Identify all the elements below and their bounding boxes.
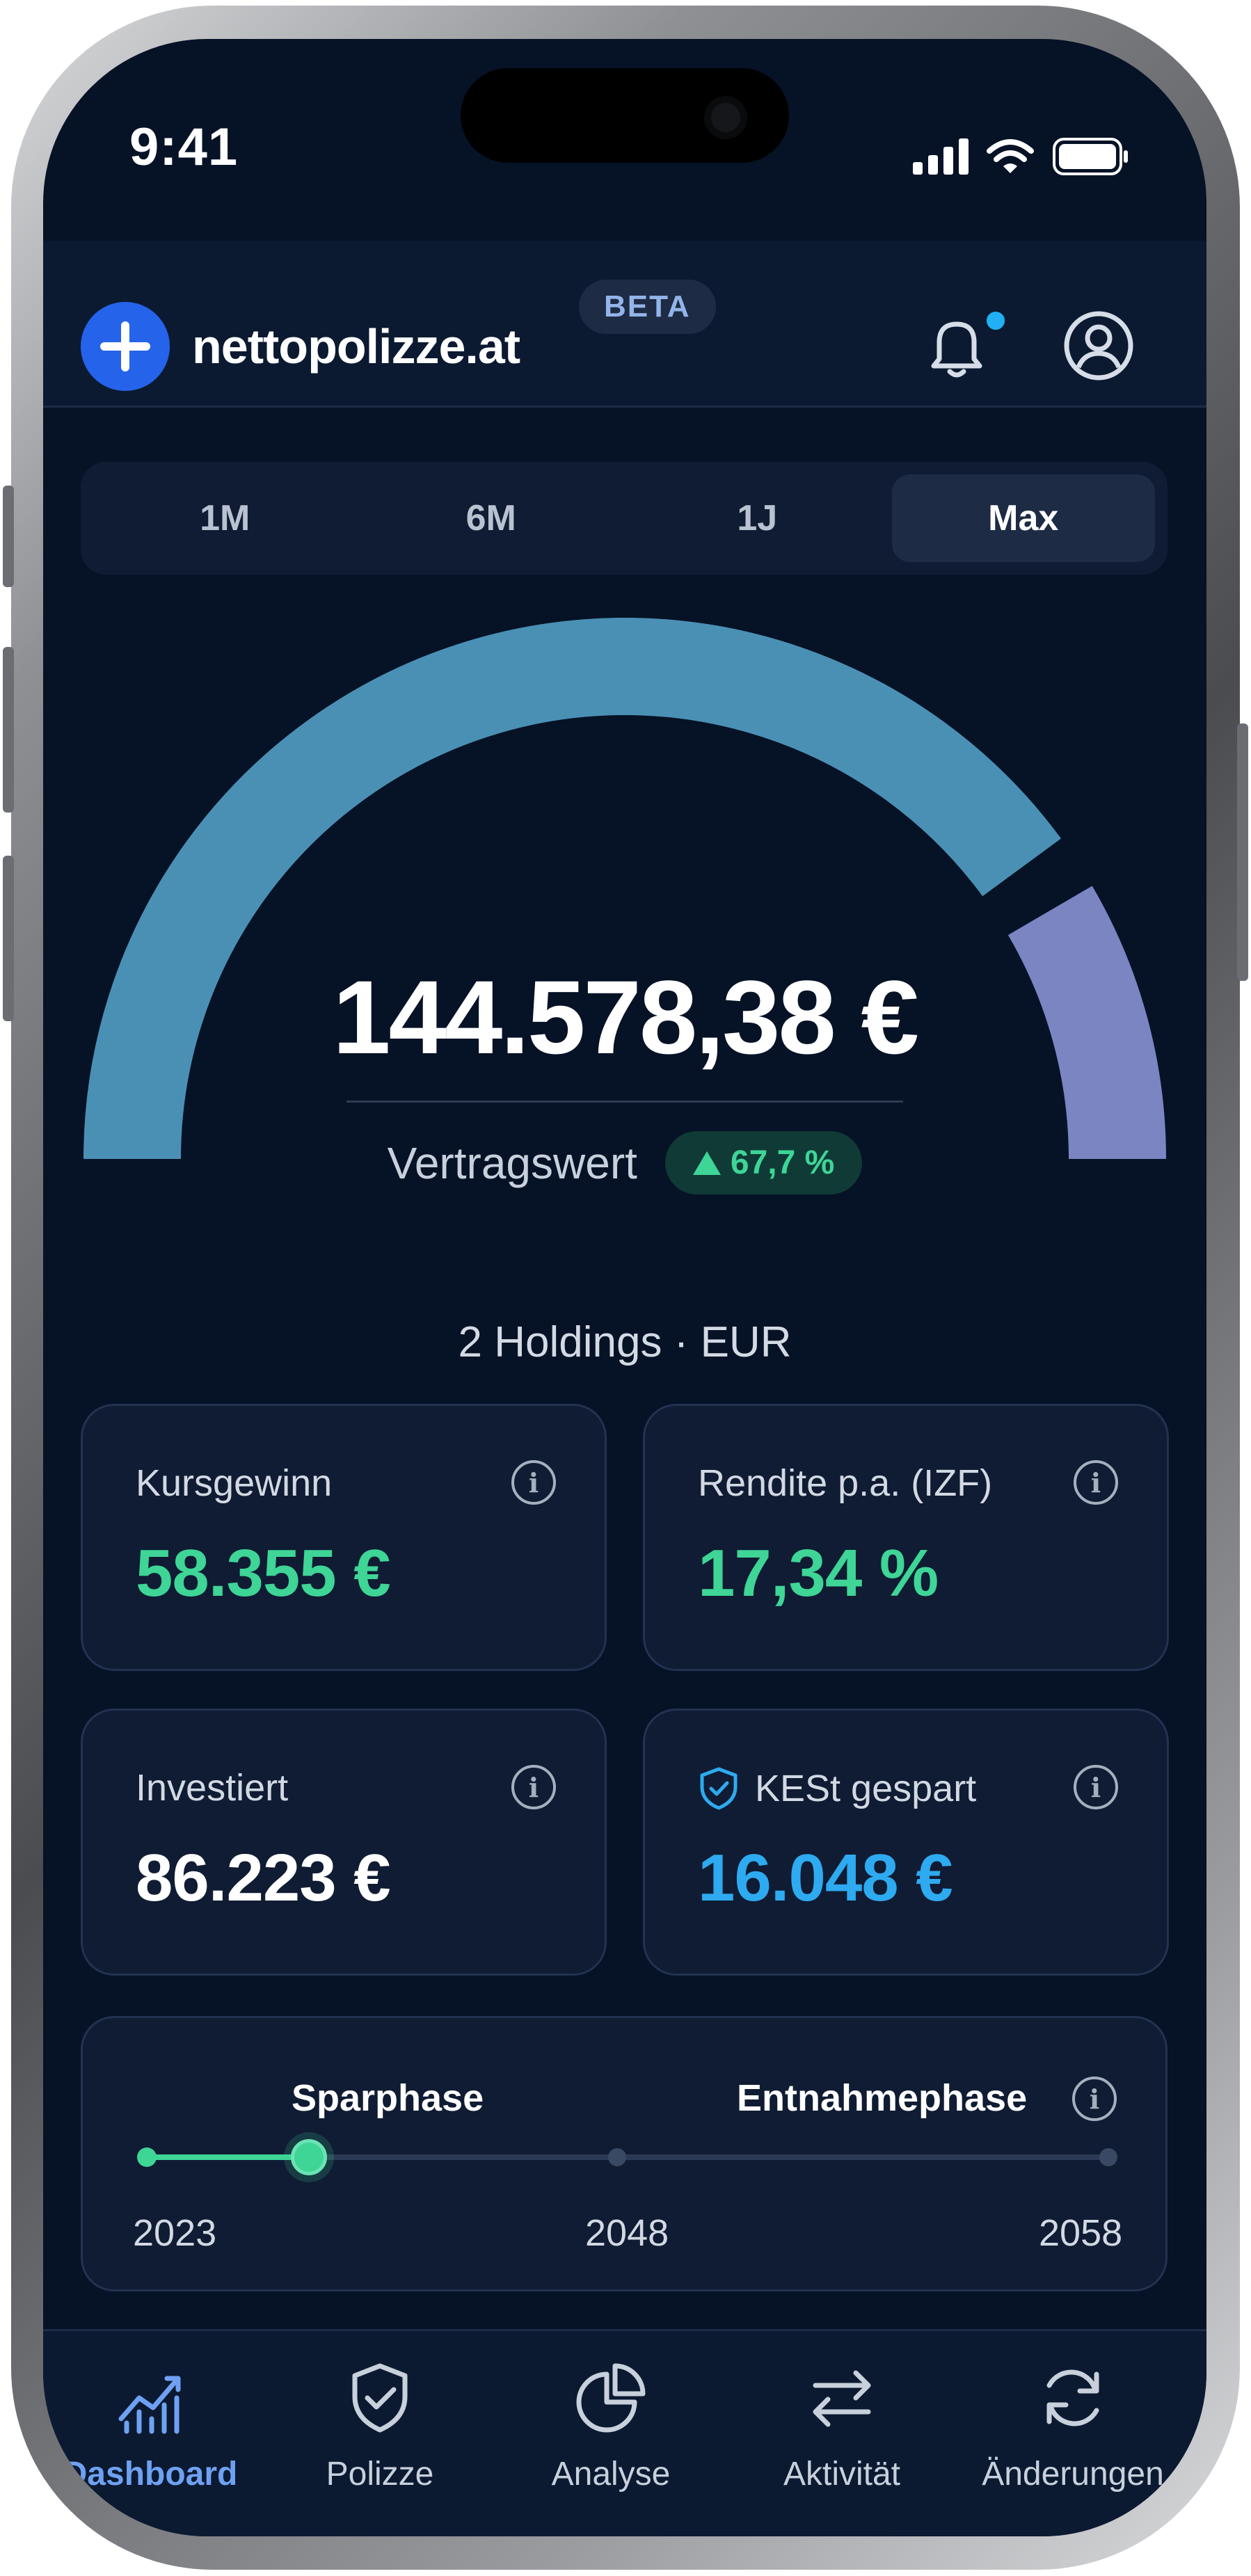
info-icon[interactable]: i bbox=[511, 1460, 556, 1505]
power-button bbox=[1237, 723, 1248, 981]
stat-label: Kursgewinn bbox=[136, 1462, 333, 1504]
value-gauge: 144.578,38 € Vertragswert 67,7 % bbox=[43, 595, 1206, 1277]
nav-analyse[interactable]: Analyse bbox=[507, 2359, 715, 2493]
info-icon[interactable]: i bbox=[1074, 1765, 1118, 1809]
nav-aktivitaet[interactable]: Aktivität bbox=[738, 2359, 946, 2493]
stat-label: Investiert bbox=[136, 1767, 289, 1809]
app-screen: 9:41 nettopolizze.at BETA 1M 6M 1J Max 1… bbox=[43, 39, 1206, 2536]
stat-label-row: KESt gespart bbox=[698, 1766, 976, 1811]
year-start: 2023 bbox=[133, 2212, 217, 2254]
withdrawal-phase-label: Entnahmephase bbox=[737, 2077, 1028, 2119]
tab-1m[interactable]: 1M bbox=[93, 474, 357, 562]
year-end: 2058 bbox=[1039, 2212, 1123, 2254]
year-phase-change: 2048 bbox=[585, 2212, 669, 2254]
volume-down-button bbox=[3, 856, 14, 1021]
info-icon[interactable]: i bbox=[511, 1765, 556, 1809]
holdings-summary: 2 Holdings · EUR bbox=[458, 1318, 792, 1366]
stat-label: KESt gespart bbox=[755, 1768, 977, 1809]
logo-plus-icon[interactable] bbox=[81, 302, 170, 391]
phase-timeline-card: Sparphase Entnahmephase i 2023 2048 2058 bbox=[81, 2016, 1168, 2291]
pie-chart-icon bbox=[576, 2363, 646, 2433]
phase-current-handle[interactable] bbox=[291, 2139, 328, 2175]
info-icon[interactable]: i bbox=[1072, 2077, 1117, 2121]
shield-check-icon bbox=[352, 2363, 408, 2433]
nav-label: Änderungen bbox=[982, 2456, 1164, 2493]
info-icon[interactable]: i bbox=[1074, 1460, 1118, 1505]
action-button bbox=[3, 486, 14, 587]
bottom-navigation: Dashboard Polizze Analyse Aktivität Ände… bbox=[43, 2329, 1206, 2536]
nav-label: Aktivität bbox=[783, 2456, 901, 2493]
camera-icon bbox=[704, 96, 747, 139]
stat-value: 58.355 € bbox=[136, 1536, 391, 1610]
nav-label: Polizze bbox=[326, 2456, 434, 2493]
phase-start-dot bbox=[137, 2147, 157, 2167]
phase-track bbox=[137, 2139, 1117, 2175]
contract-value: 144.578,38 € bbox=[333, 959, 919, 1075]
volume-up-button bbox=[3, 647, 14, 813]
phase-end-dot bbox=[1099, 2148, 1117, 2166]
chart-bars-icon bbox=[118, 2376, 181, 2434]
phase-progress bbox=[145, 2154, 310, 2160]
time-range-tabs: 1M 6M 1J Max bbox=[81, 462, 1168, 575]
stat-value: 16.048 € bbox=[698, 1841, 953, 1915]
notification-badge bbox=[982, 307, 1009, 334]
change-value: 67,7 % bbox=[730, 1144, 835, 1181]
arrows-swap-icon bbox=[813, 2370, 871, 2427]
stat-card-rendite: Rendite p.a. (IZF) i 17,34 % bbox=[643, 1404, 1169, 1671]
gauge-divider bbox=[346, 1101, 903, 1103]
nav-label: Analyse bbox=[551, 2456, 671, 2493]
gauge-segment-invested bbox=[83, 618, 1061, 1160]
nav-dashboard[interactable]: Dashboard bbox=[46, 2359, 255, 2493]
stat-value: 17,34 % bbox=[698, 1536, 939, 1610]
saving-phase-label: Sparphase bbox=[292, 2077, 484, 2119]
tab-max[interactable]: Max bbox=[891, 474, 1155, 562]
battery-icon bbox=[1053, 138, 1128, 175]
refresh-icon bbox=[1046, 2369, 1099, 2426]
profile-icon[interactable] bbox=[1060, 307, 1137, 384]
nav-polizze[interactable]: Polizze bbox=[276, 2359, 484, 2493]
stat-card-kursgewinn: Kursgewinn i 58.355 € bbox=[81, 1404, 607, 1671]
wifi-icon bbox=[987, 139, 1034, 173]
tab-1j[interactable]: 1J bbox=[626, 474, 889, 562]
beta-badge: BETA bbox=[579, 280, 716, 334]
stat-value: 86.223 € bbox=[136, 1841, 391, 1915]
status-icons bbox=[913, 134, 1130, 179]
stat-label: Rendite p.a. (IZF) bbox=[698, 1462, 993, 1504]
stat-card-kest: KESt gespart i 16.048 € bbox=[643, 1709, 1169, 1976]
change-badge: 67,7 % bbox=[664, 1131, 863, 1194]
nav-aenderungen[interactable]: Änderungen bbox=[969, 2359, 1177, 2493]
gauge-label-row: Vertragswert 67,7 % bbox=[43, 1131, 1206, 1194]
signal-icon bbox=[913, 138, 969, 175]
shield-check-icon bbox=[700, 1767, 738, 1810]
nav-label: Dashboard bbox=[63, 2456, 238, 2493]
stat-card-investiert: Investiert i 86.223 € bbox=[81, 1709, 607, 1976]
status-time: 9:41 bbox=[129, 118, 239, 177]
app-header: nettopolizze.at BETA bbox=[43, 241, 1206, 408]
contract-value-label: Vertragswert bbox=[387, 1137, 637, 1188]
tab-6m[interactable]: 6M bbox=[360, 474, 623, 562]
arrow-up-icon bbox=[692, 1151, 721, 1175]
brand-name[interactable]: nettopolizze.at bbox=[192, 319, 520, 374]
phase-mid-dot bbox=[608, 2148, 626, 2166]
